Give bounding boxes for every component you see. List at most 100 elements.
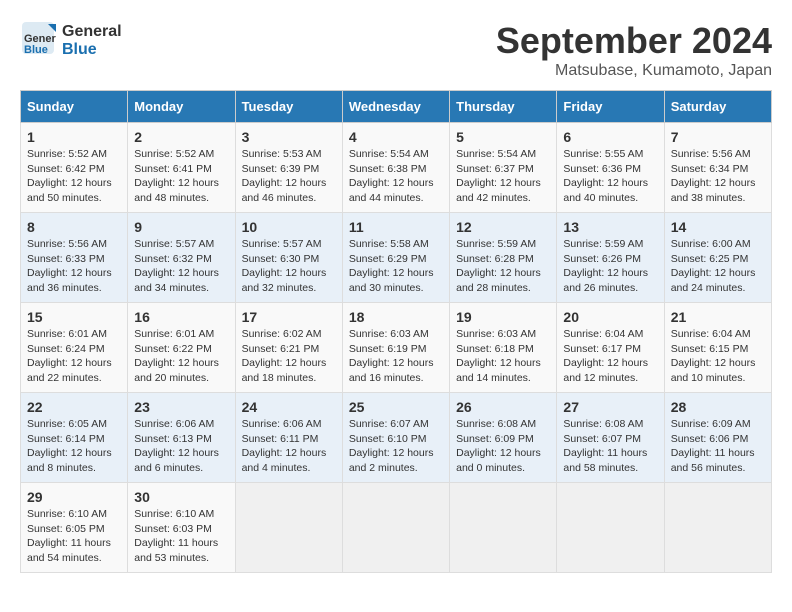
day-info: Sunrise: 6:09 AM Sunset: 6:06 PM Dayligh… (671, 417, 765, 476)
calendar-cell: 12 Sunrise: 5:59 AM Sunset: 6:28 PM Dayl… (450, 213, 557, 303)
logo-general: General (62, 23, 122, 41)
day-info: Sunrise: 5:52 AM Sunset: 6:41 PM Dayligh… (134, 147, 228, 206)
day-info: Sunrise: 6:06 AM Sunset: 6:13 PM Dayligh… (134, 417, 228, 476)
day-number: 5 (456, 129, 550, 145)
calendar-cell (235, 483, 342, 573)
calendar-cell: 11 Sunrise: 5:58 AM Sunset: 6:29 PM Dayl… (342, 213, 449, 303)
day-number: 29 (27, 489, 121, 505)
calendar-cell: 1 Sunrise: 5:52 AM Sunset: 6:42 PM Dayli… (21, 123, 128, 213)
day-info: Sunrise: 5:57 AM Sunset: 6:30 PM Dayligh… (242, 237, 336, 296)
calendar-cell: 3 Sunrise: 5:53 AM Sunset: 6:39 PM Dayli… (235, 123, 342, 213)
calendar-cell: 10 Sunrise: 5:57 AM Sunset: 6:30 PM Dayl… (235, 213, 342, 303)
day-number: 26 (456, 399, 550, 415)
day-info: Sunrise: 6:07 AM Sunset: 6:10 PM Dayligh… (349, 417, 443, 476)
calendar-cell: 16 Sunrise: 6:01 AM Sunset: 6:22 PM Dayl… (128, 303, 235, 393)
calendar-cell: 20 Sunrise: 6:04 AM Sunset: 6:17 PM Dayl… (557, 303, 664, 393)
svg-text:Blue: Blue (24, 44, 48, 56)
day-number: 16 (134, 309, 228, 325)
day-number: 12 (456, 219, 550, 235)
day-info: Sunrise: 5:56 AM Sunset: 6:33 PM Dayligh… (27, 237, 121, 296)
day-number: 21 (671, 309, 765, 325)
day-number: 19 (456, 309, 550, 325)
calendar-cell: 25 Sunrise: 6:07 AM Sunset: 6:10 PM Dayl… (342, 393, 449, 483)
calendar-cell: 21 Sunrise: 6:04 AM Sunset: 6:15 PM Dayl… (664, 303, 771, 393)
day-info: Sunrise: 5:57 AM Sunset: 6:32 PM Dayligh… (134, 237, 228, 296)
day-info: Sunrise: 6:04 AM Sunset: 6:15 PM Dayligh… (671, 327, 765, 386)
day-number: 10 (242, 219, 336, 235)
day-info: Sunrise: 6:01 AM Sunset: 6:22 PM Dayligh… (134, 327, 228, 386)
calendar-cell: 23 Sunrise: 6:06 AM Sunset: 6:13 PM Dayl… (128, 393, 235, 483)
logo: General Blue General Blue (20, 20, 122, 61)
header-wednesday: Wednesday (342, 91, 449, 123)
calendar-cell: 9 Sunrise: 5:57 AM Sunset: 6:32 PM Dayli… (128, 213, 235, 303)
day-info: Sunrise: 5:54 AM Sunset: 6:38 PM Dayligh… (349, 147, 443, 206)
calendar-cell: 29 Sunrise: 6:10 AM Sunset: 6:05 PM Dayl… (21, 483, 128, 573)
day-info: Sunrise: 6:08 AM Sunset: 6:07 PM Dayligh… (563, 417, 657, 476)
calendar-cell: 30 Sunrise: 6:10 AM Sunset: 6:03 PM Dayl… (128, 483, 235, 573)
day-number: 13 (563, 219, 657, 235)
day-number: 11 (349, 219, 443, 235)
calendar-cell (342, 483, 449, 573)
day-number: 25 (349, 399, 443, 415)
day-info: Sunrise: 6:08 AM Sunset: 6:09 PM Dayligh… (456, 417, 550, 476)
day-number: 22 (27, 399, 121, 415)
day-number: 23 (134, 399, 228, 415)
header-thursday: Thursday (450, 91, 557, 123)
day-info: Sunrise: 5:56 AM Sunset: 6:34 PM Dayligh… (671, 147, 765, 206)
calendar-cell: 27 Sunrise: 6:08 AM Sunset: 6:07 PM Dayl… (557, 393, 664, 483)
day-number: 20 (563, 309, 657, 325)
calendar-cell: 15 Sunrise: 6:01 AM Sunset: 6:24 PM Dayl… (21, 303, 128, 393)
day-info: Sunrise: 6:10 AM Sunset: 6:05 PM Dayligh… (27, 507, 121, 566)
day-info: Sunrise: 6:00 AM Sunset: 6:25 PM Dayligh… (671, 237, 765, 296)
day-number: 30 (134, 489, 228, 505)
day-number: 15 (27, 309, 121, 325)
day-number: 24 (242, 399, 336, 415)
calendar-cell: 26 Sunrise: 6:08 AM Sunset: 6:09 PM Dayl… (450, 393, 557, 483)
calendar-cell: 6 Sunrise: 5:55 AM Sunset: 6:36 PM Dayli… (557, 123, 664, 213)
day-info: Sunrise: 6:10 AM Sunset: 6:03 PM Dayligh… (134, 507, 228, 566)
logo-mark: General Blue (20, 20, 56, 61)
calendar-cell: 5 Sunrise: 5:54 AM Sunset: 6:37 PM Dayli… (450, 123, 557, 213)
calendar-cell: 19 Sunrise: 6:03 AM Sunset: 6:18 PM Dayl… (450, 303, 557, 393)
calendar-cell: 24 Sunrise: 6:06 AM Sunset: 6:11 PM Dayl… (235, 393, 342, 483)
day-number: 9 (134, 219, 228, 235)
day-info: Sunrise: 6:01 AM Sunset: 6:24 PM Dayligh… (27, 327, 121, 386)
day-number: 8 (27, 219, 121, 235)
calendar-cell: 7 Sunrise: 5:56 AM Sunset: 6:34 PM Dayli… (664, 123, 771, 213)
day-number: 7 (671, 129, 765, 145)
day-info: Sunrise: 5:54 AM Sunset: 6:37 PM Dayligh… (456, 147, 550, 206)
calendar-cell: 4 Sunrise: 5:54 AM Sunset: 6:38 PM Dayli… (342, 123, 449, 213)
day-info: Sunrise: 5:55 AM Sunset: 6:36 PM Dayligh… (563, 147, 657, 206)
calendar-cell: 14 Sunrise: 6:00 AM Sunset: 6:25 PM Dayl… (664, 213, 771, 303)
calendar-cell (664, 483, 771, 573)
calendar-header-row: Sunday Monday Tuesday Wednesday Thursday… (21, 91, 772, 123)
calendar-table: Sunday Monday Tuesday Wednesday Thursday… (20, 90, 772, 573)
calendar-cell (557, 483, 664, 573)
day-number: 27 (563, 399, 657, 415)
day-number: 28 (671, 399, 765, 415)
day-info: Sunrise: 6:03 AM Sunset: 6:18 PM Dayligh… (456, 327, 550, 386)
calendar-cell: 18 Sunrise: 6:03 AM Sunset: 6:19 PM Dayl… (342, 303, 449, 393)
calendar-cell: 2 Sunrise: 5:52 AM Sunset: 6:41 PM Dayli… (128, 123, 235, 213)
day-number: 1 (27, 129, 121, 145)
day-number: 3 (242, 129, 336, 145)
calendar-cell: 22 Sunrise: 6:05 AM Sunset: 6:14 PM Dayl… (21, 393, 128, 483)
day-number: 18 (349, 309, 443, 325)
calendar-cell: 17 Sunrise: 6:02 AM Sunset: 6:21 PM Dayl… (235, 303, 342, 393)
day-info: Sunrise: 6:04 AM Sunset: 6:17 PM Dayligh… (563, 327, 657, 386)
day-info: Sunrise: 6:06 AM Sunset: 6:11 PM Dayligh… (242, 417, 336, 476)
day-number: 4 (349, 129, 443, 145)
month-title: September 2024 (496, 20, 772, 62)
title-section: September 2024 Matsubase, Kumamoto, Japa… (496, 20, 772, 80)
day-info: Sunrise: 6:02 AM Sunset: 6:21 PM Dayligh… (242, 327, 336, 386)
header-monday: Monday (128, 91, 235, 123)
header-tuesday: Tuesday (235, 91, 342, 123)
day-info: Sunrise: 6:05 AM Sunset: 6:14 PM Dayligh… (27, 417, 121, 476)
day-info: Sunrise: 5:59 AM Sunset: 6:26 PM Dayligh… (563, 237, 657, 296)
header-sunday: Sunday (21, 91, 128, 123)
day-number: 14 (671, 219, 765, 235)
day-info: Sunrise: 5:52 AM Sunset: 6:42 PM Dayligh… (27, 147, 121, 206)
header-saturday: Saturday (664, 91, 771, 123)
day-info: Sunrise: 6:03 AM Sunset: 6:19 PM Dayligh… (349, 327, 443, 386)
day-info: Sunrise: 5:53 AM Sunset: 6:39 PM Dayligh… (242, 147, 336, 206)
